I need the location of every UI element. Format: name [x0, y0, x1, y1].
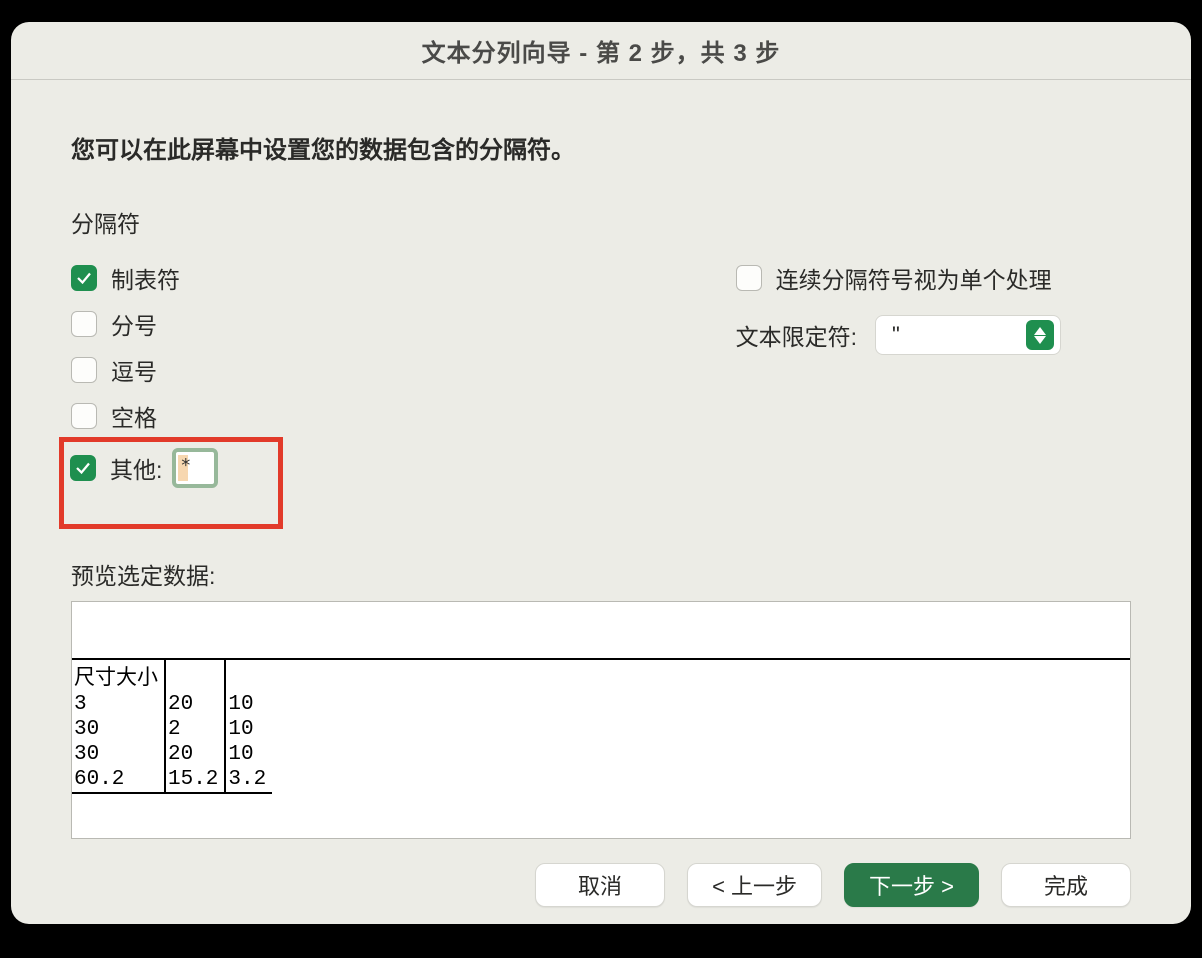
preview-cell: 30	[72, 717, 165, 742]
next-button[interactable]: 下一步 >	[844, 863, 979, 907]
check-icon	[74, 459, 92, 477]
delimiter-other-input[interactable]: *	[172, 448, 218, 488]
delimiters-section-label: 分隔符	[71, 205, 1131, 239]
preview-cell: 10	[225, 717, 272, 742]
preview-cell: 10	[225, 692, 272, 717]
preview-cell	[165, 660, 225, 692]
back-button[interactable]: < 上一步	[687, 863, 822, 907]
select-stepper-icon	[1026, 320, 1054, 350]
preview-box[interactable]: 尺寸大小32010 30210 302010 60.215.23.2	[71, 601, 1131, 839]
delimiter-tab-label: 制表符	[111, 261, 180, 295]
preview-table: 尺寸大小32010 30210 302010 60.215.23.2	[72, 660, 272, 794]
delimiter-comma-label: 逗号	[111, 353, 157, 387]
delimiter-other-label: 其他:	[110, 451, 162, 485]
preview-cell	[225, 660, 272, 692]
delimiter-space-label: 空格	[111, 399, 157, 433]
preview-cell: 10	[225, 742, 272, 767]
delimiter-semicolon-label: 分号	[111, 307, 157, 341]
consecutive-delimiters-label: 连续分隔符号视为单个处理	[776, 261, 1052, 295]
dialog-title: 文本分列向导 - 第 2 步，共 3 步	[11, 22, 1191, 80]
text-qualifier-label: 文本限定符:	[736, 318, 857, 352]
delimiter-comma-checkbox[interactable]	[71, 357, 97, 383]
preview-cell: 60.2	[72, 767, 165, 793]
preview-cell: 30	[72, 742, 165, 767]
other-highlight: 其他: *	[59, 437, 283, 529]
preview-cell: 2	[165, 717, 225, 742]
dialog-content: 您可以在此屏幕中设置您的数据包含的分隔符。 分隔符 制表符 分号 逗号	[11, 80, 1191, 846]
preview-label: 预览选定数据:	[71, 557, 1131, 591]
instruction-text: 您可以在此屏幕中设置您的数据包含的分隔符。	[71, 130, 1131, 165]
preview-cell: 20	[165, 692, 225, 717]
delimiter-other-checkbox[interactable]	[70, 455, 96, 481]
delimiter-tab-checkbox[interactable]	[71, 265, 97, 291]
finish-button[interactable]: 完成	[1001, 863, 1131, 907]
preview-cell: 20	[165, 742, 225, 767]
consecutive-delimiters-checkbox[interactable]	[736, 265, 762, 291]
check-icon	[75, 269, 93, 287]
text-qualifier-value: "	[892, 322, 900, 348]
delimiter-semicolon-checkbox[interactable]	[71, 311, 97, 337]
preview-cell: 3	[72, 692, 165, 717]
text-qualifier-select[interactable]: "	[875, 315, 1061, 355]
delimiter-space-checkbox[interactable]	[71, 403, 97, 429]
button-bar: 取消 < 上一步 下一步 > 完成	[11, 846, 1191, 924]
wizard-dialog: 文本分列向导 - 第 2 步，共 3 步 您可以在此屏幕中设置您的数据包含的分隔…	[11, 22, 1191, 924]
preview-cell: 尺寸大小	[72, 660, 165, 692]
preview-cell: 3.2	[225, 767, 272, 793]
cancel-button[interactable]: 取消	[535, 863, 665, 907]
preview-cell: 15.2	[165, 767, 225, 793]
